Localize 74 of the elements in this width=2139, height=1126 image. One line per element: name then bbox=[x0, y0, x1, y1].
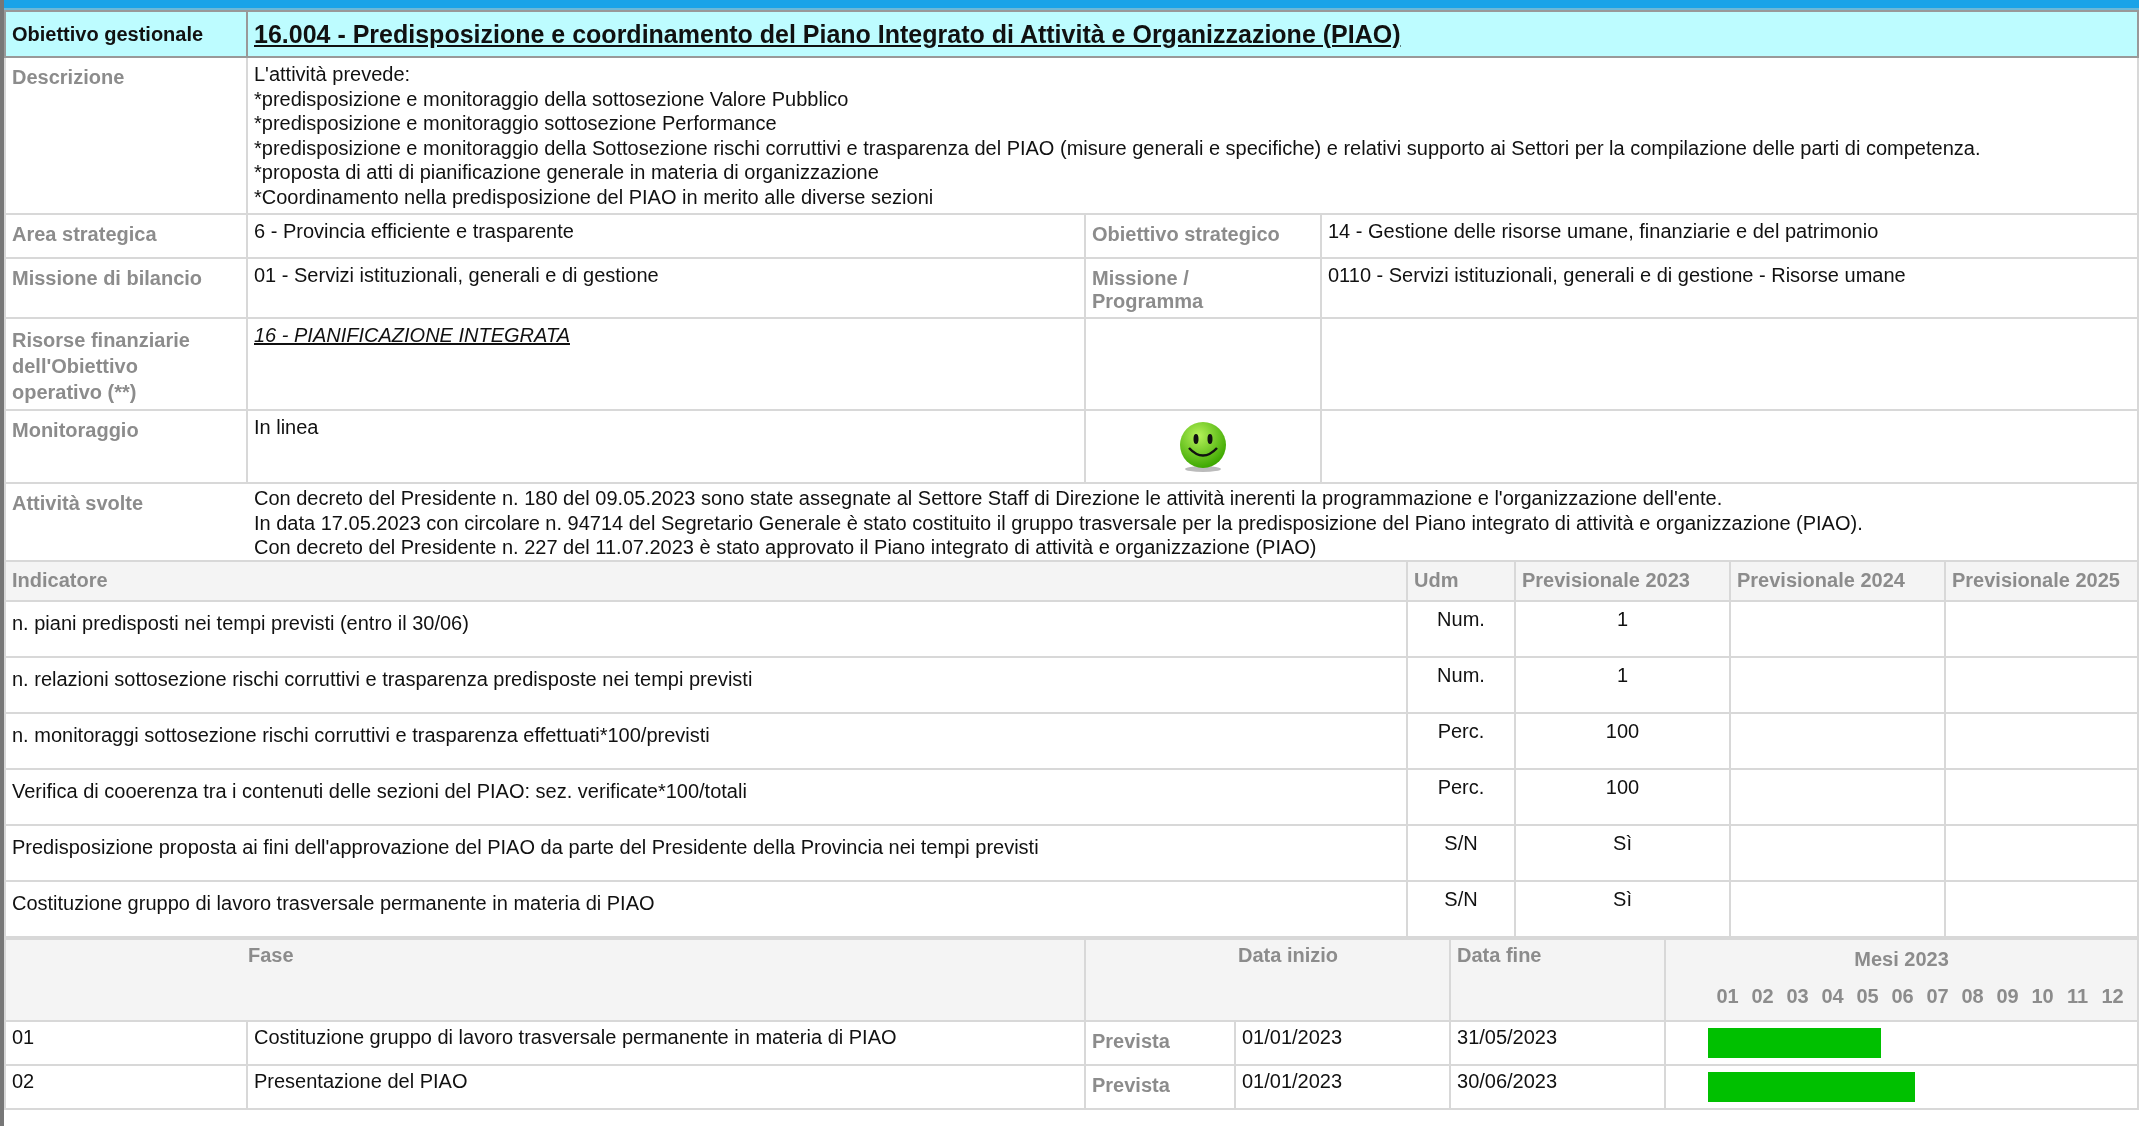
field-value: 0110 - Servizi istituzionali, generali e di gestione - Risorse umane bbox=[1328, 264, 1906, 286]
field-label: Monitoraggio bbox=[12, 419, 139, 441]
field-value: 14 - Gestione delle risorse umane, finanziarie e del patrimonio bbox=[1328, 220, 1879, 242]
phase-name: Presentazione del PIAO bbox=[254, 1069, 468, 1092]
month-label: 08 bbox=[1960, 984, 1985, 1008]
description-line: L'attività prevede: bbox=[254, 62, 412, 87]
column-header: Data inizio bbox=[1238, 943, 1338, 967]
field-label: Attività svolte bbox=[12, 492, 144, 514]
resource-link[interactable]: 16 - PIANIFICAZIONE INTEGRATA bbox=[254, 324, 570, 346]
field-label: Risorse finanziarie dell'Obiettivo operativo (**) bbox=[12, 328, 191, 405]
activity-line: In data 17.05.2023 con circolare n. 94714 del Segretario Generale è stato costituito il gruppo trasversale per la predisposizione del Piano integrato di attività e organizzazione (PIAO). bbox=[254, 510, 1864, 535]
month-label: 02 bbox=[1750, 984, 1775, 1008]
table-cell-text: Num. bbox=[1437, 606, 1485, 631]
indicator-name: Verifica di cooerenza tra i contenuti delle sezioni del PIAO: sez. verificate*100/totali bbox=[12, 778, 747, 803]
month-label: 09 bbox=[1995, 984, 2020, 1008]
field-label: Descrizione bbox=[12, 66, 125, 88]
table-cell: 02 bbox=[12, 1069, 35, 1092]
description-line: *proposta di atti di pianificazione generale in materia di organizzazione bbox=[254, 160, 880, 185]
table-cell-text: Perc. bbox=[1437, 718, 1485, 743]
indicator-name: n. relazioni sottosezione rischi corruttivi e trasparenza predisposte nei tempi previsti bbox=[12, 666, 753, 691]
phase-state: Prevista bbox=[1092, 1028, 1170, 1053]
phase-name: Costituzione gruppo di lavoro trasversale permanente in materia di PIAO bbox=[254, 1025, 897, 1048]
column-header: Previsionale 2024 bbox=[1737, 569, 1905, 591]
column-header: Previsionale 2025 bbox=[1952, 569, 2120, 591]
table-cell-text: S/N bbox=[1444, 830, 1478, 855]
table-cell-text: 1 bbox=[1616, 662, 1629, 687]
column-header: Data fine bbox=[1457, 943, 1542, 966]
indicator-name: Costituzione gruppo di lavoro trasversale permanente in materia di PIAO bbox=[12, 890, 655, 915]
table-cell-text: Sì bbox=[1613, 886, 1632, 911]
month-label: 12 bbox=[2100, 984, 2125, 1008]
month-label: 04 bbox=[1820, 984, 1845, 1008]
phase-state: Prevista bbox=[1092, 1072, 1170, 1097]
indicator-name: Predisposizione proposta ai fini dell'approvazione del PIAO da parte del Presidente della Provincia nei tempi previsti bbox=[12, 834, 1039, 859]
table-cell-text: Perc. bbox=[1437, 774, 1485, 799]
table-cell-text: Sì bbox=[1613, 830, 1632, 855]
objective-title: 16.004 - Predisposizione e coordinamento del Piano Integrato di Attività e Organizzazione (PIAO) bbox=[254, 19, 1401, 48]
table-cell-text: 1 bbox=[1616, 606, 1629, 631]
end-date: 31/05/2023 bbox=[1457, 1025, 1558, 1048]
column-header: Indicatore bbox=[12, 569, 108, 591]
month-label: 06 bbox=[1890, 984, 1915, 1008]
month-label: 01 bbox=[1715, 984, 1740, 1008]
description-line: *predisposizione e monitoraggio sottosezione Performance bbox=[254, 111, 778, 136]
activity-line: Con decreto del Presidente n. 227 del 11.07.2023 è stato approvato il Piano integrato di attività e organizzazione (PIAO) bbox=[254, 535, 1318, 560]
month-label: 11 bbox=[2065, 984, 2090, 1008]
end-date: 30/06/2023 bbox=[1457, 1069, 1558, 1092]
field-value: 01 - Servizi istituzionali, generali e di gestione bbox=[254, 264, 659, 286]
table-cell-text: S/N bbox=[1444, 886, 1478, 911]
table-cell-text: Num. bbox=[1437, 662, 1485, 687]
start-date: 01/01/2023 bbox=[1242, 1069, 1343, 1092]
activity-line: Con decreto del Presidente n. 180 del 09.05.2023 sono state assegnate al Settore Staff di Direzione le attività inerenti la programmazione e l'organizzazione dell'ente. bbox=[254, 486, 1724, 511]
month-label: 03 bbox=[1785, 984, 1810, 1008]
field-value: In linea bbox=[254, 416, 319, 438]
column-header: Mesi 2023 bbox=[1854, 947, 1949, 970]
table-cell-text: 100 bbox=[1605, 774, 1640, 799]
table-cell: 01 bbox=[12, 1025, 35, 1048]
field-label: Missione di bilancio bbox=[12, 267, 203, 289]
column-header: Udm bbox=[1414, 569, 1459, 591]
description-line: *predisposizione e monitoraggio della Sottosezione rischi corruttivi e trasparenza del PIAO (misure generali e specifiche) e relativi supporto ai Settori per la compilazione delle parti di competenza. bbox=[254, 135, 1982, 160]
section-label: Obiettivo gestionale bbox=[5, 11, 247, 57]
column-header: Previsionale 2023 bbox=[1522, 569, 1690, 591]
indicator-name: n. piani predisposti nei tempi previsti (entro il 30/06) bbox=[12, 610, 469, 635]
column-header: Fase bbox=[248, 943, 294, 967]
start-date: 01/01/2023 bbox=[1242, 1025, 1343, 1048]
field-value: 6 - Provincia efficiente e trasparente bbox=[254, 220, 574, 242]
month-label: 05 bbox=[1855, 984, 1880, 1008]
description-line: *predisposizione e monitoraggio della sottosezione Valore Pubblico bbox=[254, 86, 850, 111]
table-cell-text: 100 bbox=[1605, 718, 1640, 743]
month-label: 07 bbox=[1925, 984, 1950, 1008]
field-label: Area strategica bbox=[12, 223, 157, 245]
field-label: Obiettivo strategico bbox=[1092, 223, 1280, 245]
indicator-name: n. monitoraggi sottosezione rischi corruttivi e trasparenza effettuati*100/previsti bbox=[12, 722, 710, 747]
field-label: Missione / Programma bbox=[1092, 267, 1205, 313]
month-label: 10 bbox=[2030, 984, 2055, 1008]
description-line: *Coordinamento nella predisposizione del PIAO in merito alle diverse sezioni bbox=[254, 184, 935, 209]
